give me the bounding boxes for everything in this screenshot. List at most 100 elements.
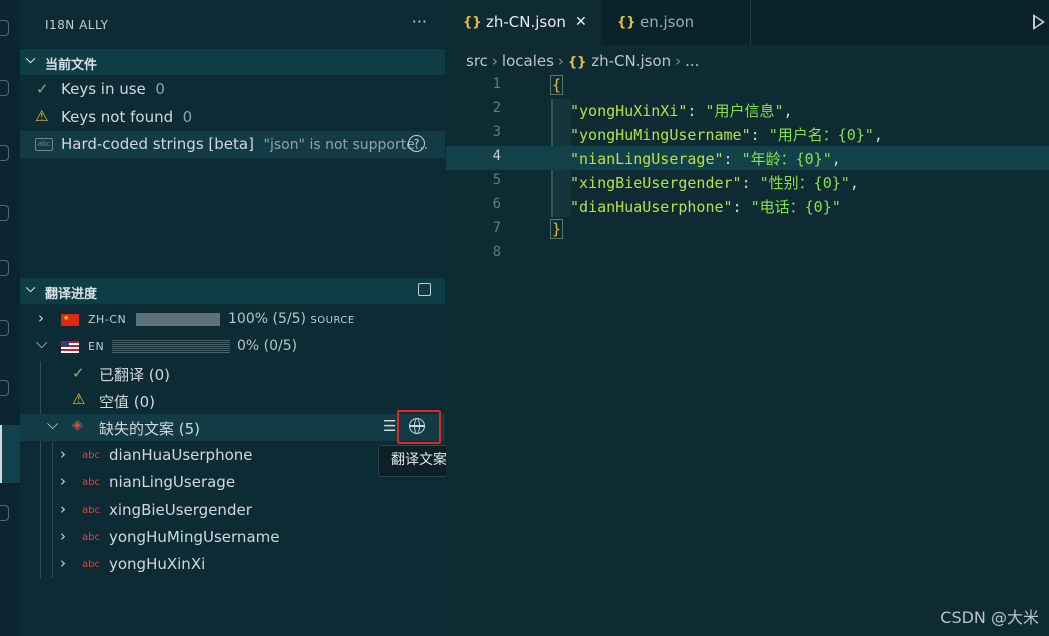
locale-code: ZH-CN xyxy=(88,313,127,326)
missing-key-item[interactable]: › abc yongHuMingUsername xyxy=(20,524,445,551)
empty-item[interactable]: ⚠ 空值 (0) xyxy=(20,387,445,414)
hardcoded-icon: abc xyxy=(35,138,53,151)
locale-percent: 100% xyxy=(228,311,269,327)
i18n-ally-activity-icon[interactable] xyxy=(0,425,20,483)
sidebar-title: I18N ALLY xyxy=(45,18,109,32)
run-debug-icon[interactable] xyxy=(0,205,9,221)
json-icon: {} xyxy=(567,55,587,70)
chevron-down-icon: ⌵ xyxy=(26,52,36,66)
tab-label: en.json xyxy=(640,13,695,31)
keys-in-use-count: 0 xyxy=(155,80,165,98)
hardcoded-description: "json" is not supporte... xyxy=(263,137,429,153)
missing-item[interactable]: ⌵ ◈ 缺失的文案 (5) ☰ xyxy=(20,414,445,441)
string-icon: abc xyxy=(82,505,100,516)
translation-progress-header-label: 翻译进度 xyxy=(45,287,98,302)
line-number: 3 xyxy=(492,124,501,140)
missing-key-label: dianHuaUserphone xyxy=(109,446,253,464)
editor-area: {} zh-CN.json ✕ {} en.json src › locales ›{… xyxy=(446,0,1049,636)
keys-not-found-item[interactable]: ⚠ Keys not found 0 xyxy=(20,104,445,131)
chevron-right-icon: › xyxy=(60,472,66,490)
json-key: "yongHuMingUsername" xyxy=(570,126,751,144)
testing-icon[interactable] xyxy=(0,380,9,396)
comma: , xyxy=(873,126,883,144)
json-key: "yongHuXinXi" xyxy=(570,102,688,120)
locale-row-zh-cn[interactable]: › ★ ZH-CN 100% (5/5) SOURCE xyxy=(20,306,445,333)
string-icon: abc xyxy=(82,532,100,543)
china-flag-icon: ★ xyxy=(61,314,79,326)
breadcrumb-locales[interactable]: locales xyxy=(502,52,554,70)
string-icon: abc xyxy=(82,450,100,461)
source-control-icon[interactable] xyxy=(0,145,9,161)
list-icon[interactable]: ☰ xyxy=(383,417,396,435)
missing-key-label: nianLingUserage xyxy=(109,473,236,491)
tab-label: zh-CN.json xyxy=(486,13,566,31)
code-line: 3 "yongHuMingUsername": "用户名：{0}", xyxy=(446,122,1049,146)
current-file-section-header[interactable]: ⌵ 当前文件 xyxy=(20,49,445,75)
code-line: 7} xyxy=(446,218,1049,242)
activity-bar xyxy=(0,0,20,636)
missing-diamond-icon: ◈ xyxy=(72,417,83,433)
chevron-right-icon: › xyxy=(60,554,66,572)
line-number: 2 xyxy=(492,100,501,116)
tab-zh-cn-json[interactable]: {} zh-CN.json ✕ xyxy=(446,0,601,45)
json-key: "xingBieUsergender" xyxy=(570,174,742,192)
search-icon[interactable] xyxy=(0,80,9,96)
translation-progress-section-header[interactable]: ⌵ 翻译进度 xyxy=(20,278,445,304)
keys-in-use-text: Keys in use xyxy=(61,80,146,98)
current-file-header-label: 当前文件 xyxy=(45,58,98,73)
tab-bar: {} zh-CN.json ✕ {} en.json xyxy=(446,0,1049,45)
missing-key-item[interactable]: › abc yongHuXinXi xyxy=(20,551,445,578)
missing-key-label: yongHuMingUsername xyxy=(109,528,280,546)
locale-row-en[interactable]: ⌵ EN 0% (0/5) xyxy=(20,333,445,360)
missing-key-item[interactable]: › abc xingBieUsergender xyxy=(20,497,445,524)
close-icon[interactable]: ✕ xyxy=(575,0,587,45)
help-icon[interactable]: ? xyxy=(408,135,425,152)
locale-code: EN xyxy=(88,340,105,353)
locale-progress: 0% (0/5) xyxy=(237,338,297,354)
locale-ratio: (0/5) xyxy=(263,338,298,354)
breadcrumb-src[interactable]: src xyxy=(466,52,488,70)
missing-key-label: xingBieUsergender xyxy=(109,501,252,519)
keys-in-use-label: Keys in use 0 xyxy=(61,80,165,98)
hardcoded-text: Hard-coded strings [beta] xyxy=(61,135,254,153)
translated-item[interactable]: ✓ 已翻译 (0) xyxy=(20,360,445,387)
collapse-all-icon[interactable] xyxy=(418,283,431,296)
missing-label: 缺失的文案 (5) xyxy=(99,420,201,438)
hardcoded-label: Hard-coded strings [beta] "json" is not … xyxy=(61,135,428,153)
misc-activity-icon[interactable] xyxy=(0,505,9,521)
tab-en-json[interactable]: {} en.json xyxy=(602,0,751,45)
hardcoded-strings-item[interactable]: abc Hard-coded strings [beta] "json" is … xyxy=(20,131,445,158)
check-icon: ✓ xyxy=(36,80,49,98)
chevron-right-icon: › xyxy=(60,500,66,518)
warning-icon: ⚠ xyxy=(35,107,49,125)
string-icon: abc xyxy=(82,477,100,488)
line-number: 6 xyxy=(492,196,501,212)
watermark: CSDN @大米 xyxy=(940,608,1039,627)
json-value: "电话：{0}" xyxy=(750,198,841,216)
translated-label: 已翻译 (0) xyxy=(99,366,171,384)
breadcrumb-more[interactable]: ... xyxy=(685,52,699,70)
us-flag-icon xyxy=(61,341,79,353)
remote-icon[interactable] xyxy=(0,320,9,336)
keys-not-found-label: Keys not found 0 xyxy=(61,108,192,126)
run-icon[interactable] xyxy=(1033,14,1045,30)
comma: , xyxy=(849,174,859,192)
breadcrumb-file[interactable]: zh-CN.json xyxy=(591,52,671,70)
source-tag: SOURCE xyxy=(310,315,355,326)
close-brace: } xyxy=(550,219,564,239)
line-number: 7 xyxy=(492,220,501,236)
locale-progress: 100% (5/5) SOURCE xyxy=(228,311,355,327)
progress-bar-zh-cn xyxy=(136,313,220,326)
empty-label: 空值 (0) xyxy=(99,393,156,411)
keys-in-use-item[interactable]: ✓ Keys in use 0 xyxy=(20,76,445,103)
json-icon: {} xyxy=(463,15,482,30)
check-icon: ✓ xyxy=(72,364,85,382)
comma: , xyxy=(783,102,793,120)
json-key: "nianLingUserage" xyxy=(570,150,724,168)
explorer-icon[interactable] xyxy=(0,20,9,36)
breadcrumb: src › locales ›{} zh-CN.json ›... xyxy=(466,52,700,70)
extensions-icon[interactable] xyxy=(0,260,9,276)
code-line: 8 xyxy=(446,242,1049,266)
string-icon: abc xyxy=(82,559,100,570)
more-actions-icon[interactable]: ··· xyxy=(412,12,427,31)
